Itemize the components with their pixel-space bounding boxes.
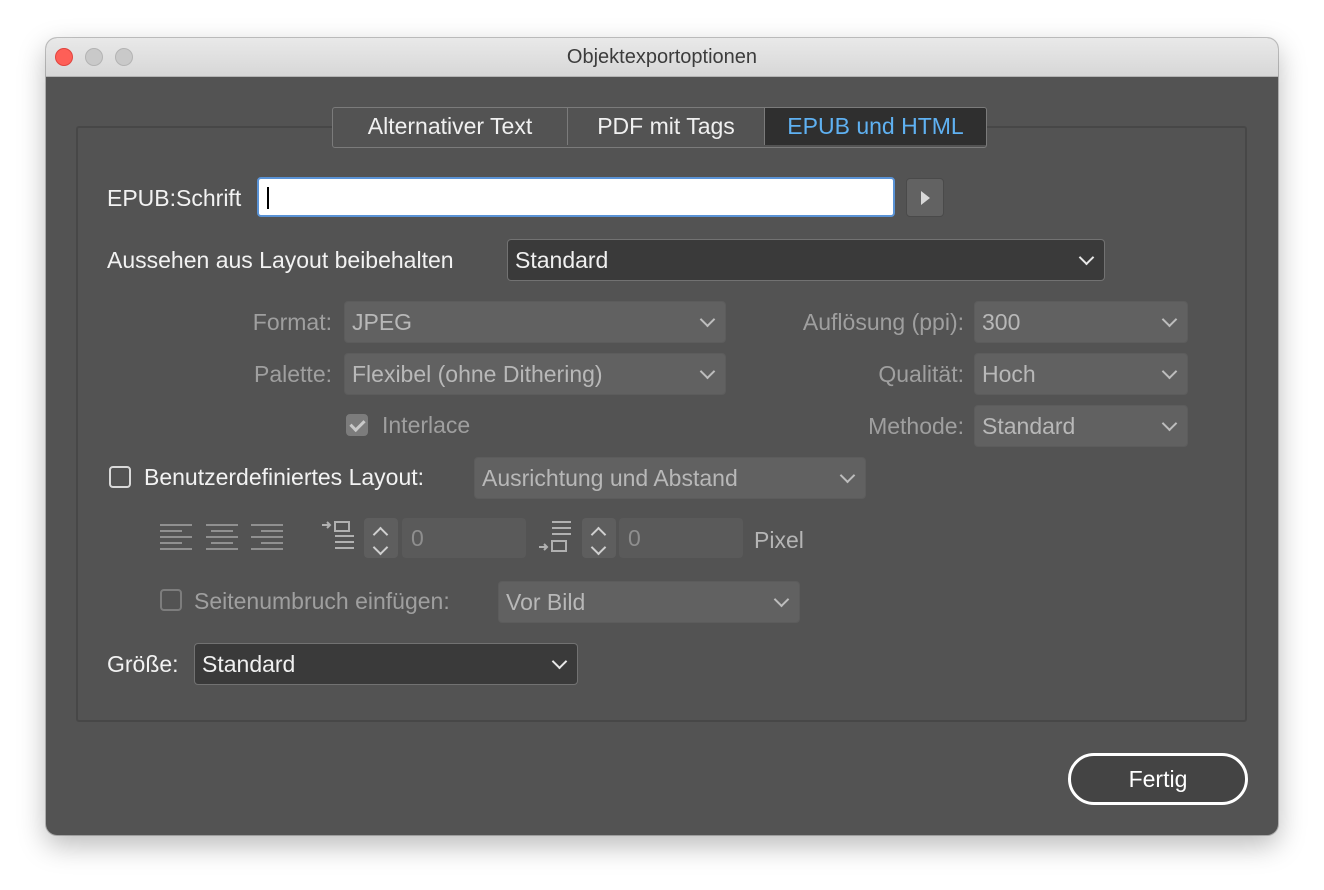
tab-pdf-tags[interactable]: PDF mit Tags — [567, 108, 764, 145]
chevron-down-icon — [372, 539, 389, 556]
palette-label: Palette: — [254, 361, 332, 387]
custom-layout-value: Ausrichtung und Abstand — [482, 465, 738, 491]
size-select[interactable]: Standard — [194, 643, 578, 685]
tab-epub-html[interactable]: EPUB und HTML — [764, 108, 986, 145]
resolution-select[interactable]: 300 — [974, 301, 1188, 343]
chevron-down-icon — [773, 591, 790, 608]
custom-layout-label: Benutzerdefiniertes Layout: — [144, 464, 425, 490]
chevron-down-icon — [1161, 363, 1178, 380]
space-before-icon — [322, 521, 354, 549]
chevron-down-icon — [1161, 311, 1178, 328]
epub-font-menu-button[interactable] — [906, 178, 944, 217]
chevron-down-icon — [1078, 249, 1095, 266]
chevron-down-icon — [839, 467, 856, 484]
method-select[interactable]: Standard — [974, 405, 1188, 447]
align-left-icon[interactable] — [160, 524, 192, 552]
space-after-stepper[interactable] — [582, 518, 616, 558]
method-label: Methode: — [868, 413, 964, 439]
format-select[interactable]: JPEG — [344, 301, 726, 343]
chevron-down-icon — [590, 539, 607, 556]
spacing-unit-label: Pixel — [754, 527, 804, 553]
align-center-icon[interactable] — [206, 524, 238, 552]
interlace-checkbox[interactable] — [346, 414, 368, 436]
space-after-input[interactable]: 0 — [619, 518, 743, 558]
play-arrow-icon — [921, 191, 930, 205]
window-title: Objektexportoptionen — [566, 46, 758, 68]
page-break-value: Vor Bild — [506, 589, 586, 615]
space-before-input[interactable]: 0 — [402, 518, 526, 558]
checkmark-icon — [349, 415, 366, 433]
align-right-icon[interactable] — [251, 524, 283, 552]
chevron-down-icon — [699, 363, 716, 380]
custom-layout-checkbox[interactable] — [109, 466, 131, 488]
title-bar: Objektexportoptionen — [46, 38, 1278, 77]
preserve-appearance-select[interactable]: Standard — [507, 239, 1105, 281]
size-value: Standard — [202, 651, 296, 677]
chevron-down-icon — [699, 311, 716, 328]
interlace-label: Interlace — [382, 412, 471, 438]
preserve-appearance-value: Standard — [515, 247, 609, 273]
space-after-icon — [539, 521, 571, 552]
tab-bar: Alternativer Text PDF mit Tags EPUB und … — [332, 107, 987, 148]
dialog-window: Objektexportoptionen Alternativer Text P… — [46, 38, 1278, 835]
method-value: Standard — [982, 413, 1076, 439]
custom-layout-select[interactable]: Ausrichtung und Abstand — [474, 457, 866, 499]
resolution-label: Auflösung (ppi): — [802, 309, 964, 335]
epub-font-label: EPUB:Schrift — [107, 185, 242, 211]
format-value: JPEG — [352, 309, 413, 335]
palette-value: Flexibel (ohne Dithering) — [352, 361, 603, 387]
page-break-label: Seitenumbruch einfügen: — [194, 588, 450, 614]
chevron-down-icon — [551, 653, 568, 670]
quality-value: Hoch — [982, 361, 1036, 387]
tab-alternative-text[interactable]: Alternativer Text — [333, 108, 567, 145]
chevron-down-icon — [1161, 415, 1178, 432]
epub-font-input[interactable] — [257, 177, 895, 217]
quality-label: Qualität: — [878, 361, 964, 387]
space-before-stepper[interactable] — [364, 518, 398, 558]
text-caret — [267, 187, 269, 209]
format-label: Format: — [252, 309, 332, 335]
palette-select[interactable]: Flexibel (ohne Dithering) — [344, 353, 726, 395]
size-label: Größe: — [107, 651, 179, 677]
done-button[interactable]: Fertig — [1068, 753, 1248, 805]
resolution-value: 300 — [982, 309, 1021, 335]
page-break-select[interactable]: Vor Bild — [498, 581, 800, 623]
quality-select[interactable]: Hoch — [974, 353, 1188, 395]
preserve-appearance-label: Aussehen aus Layout beibehalten — [107, 247, 454, 273]
page-break-checkbox[interactable] — [160, 589, 182, 611]
